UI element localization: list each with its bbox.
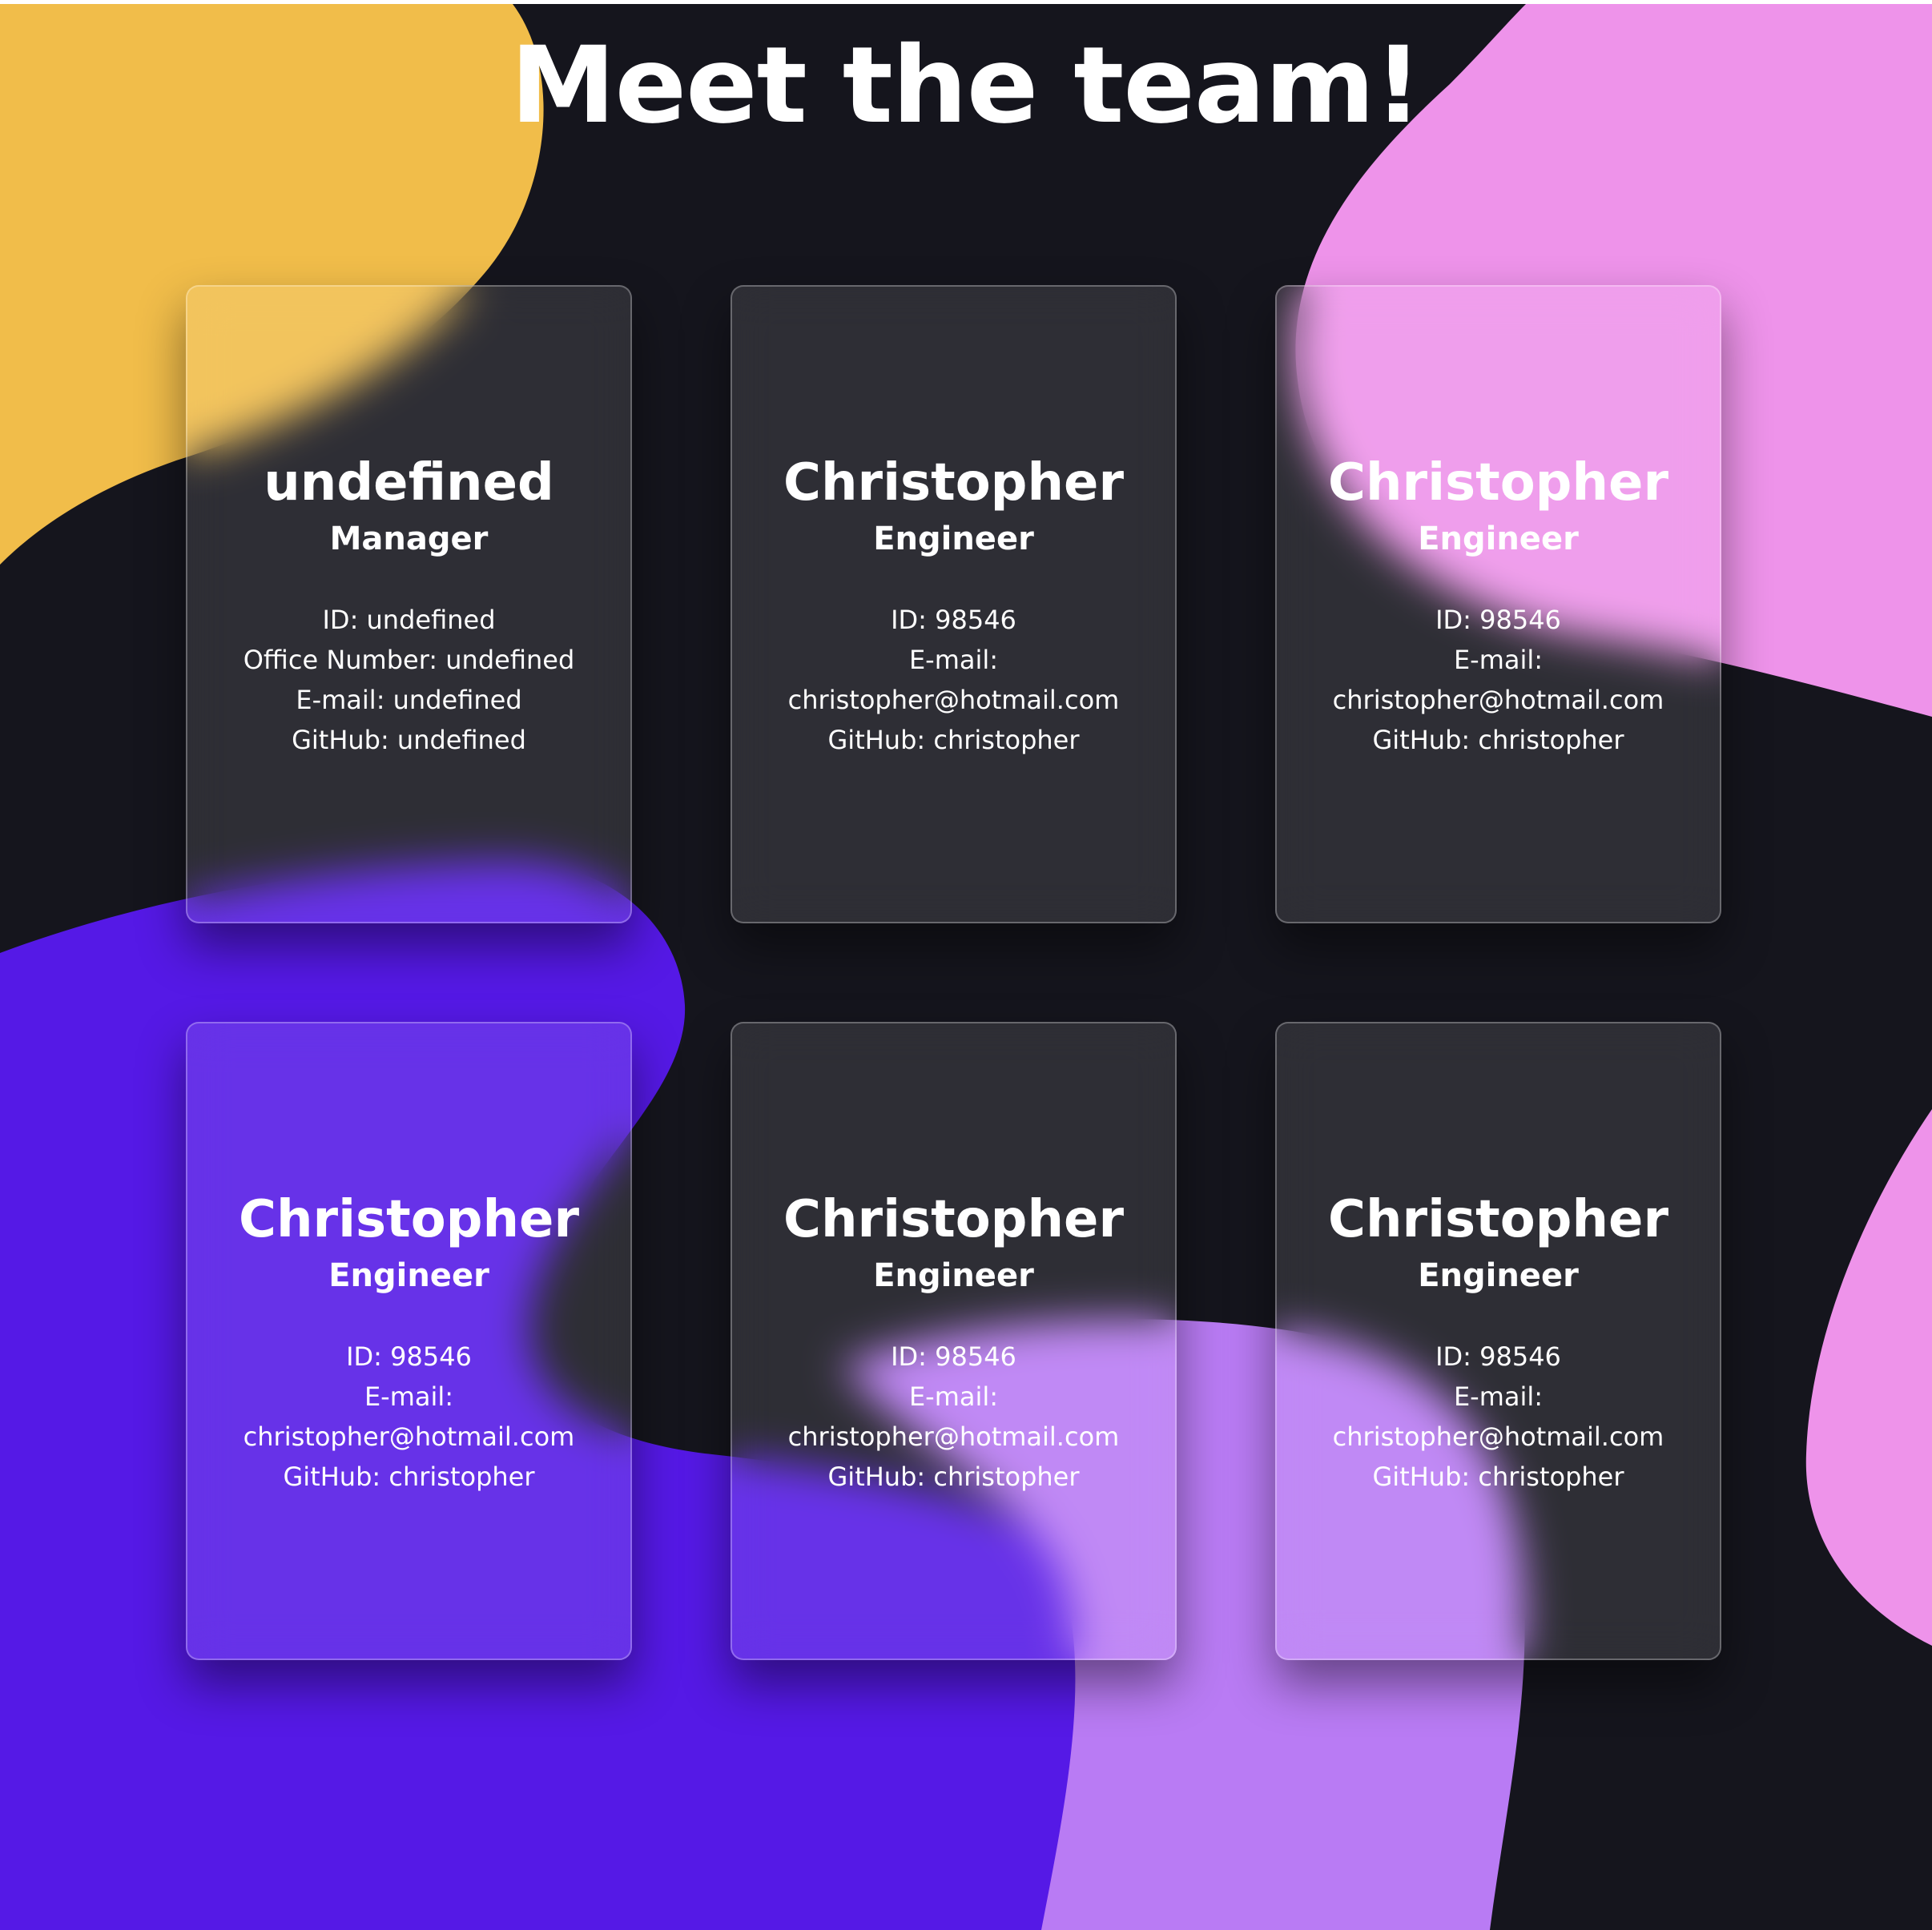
card-id: ID: 98546 <box>1435 1341 1561 1372</box>
pink-blob-lower <box>1805 1109 1932 1646</box>
team-card-engineer: Christopher Engineer ID: 98546 E-mail: c… <box>186 1022 632 1660</box>
team-card-engineer: Christopher Engineer ID: 98546 E-mail: c… <box>731 1022 1177 1660</box>
card-email-label: E-mail: <box>364 1381 454 1412</box>
card-github: GitHub: undefined <box>292 724 526 755</box>
team-card-engineer: Christopher Engineer ID: 98546 E-mail: c… <box>1275 285 1721 923</box>
card-github-link[interactable]: GitHub: christopher <box>1373 720 1624 760</box>
card-email: E-mail: undefined <box>296 684 522 715</box>
card-email-link[interactable]: christopher@hotmail.com <box>1333 1417 1664 1457</box>
card-id: ID: 98546 <box>891 604 1016 635</box>
card-office-number: Office Number: undefined <box>243 644 575 675</box>
page-title: Meet the team! <box>510 24 1422 147</box>
card-email-link[interactable]: christopher@hotmail.com <box>244 1417 575 1457</box>
card-id: ID: 98546 <box>1435 604 1561 635</box>
card-github-link[interactable]: GitHub: christopher <box>1373 1457 1624 1497</box>
card-id: ID: 98546 <box>891 1341 1016 1372</box>
card-github-link[interactable]: GitHub: christopher <box>828 720 1080 760</box>
card-email-link[interactable]: christopher@hotmail.com <box>788 1417 1120 1457</box>
card-name: Christopher <box>783 1189 1125 1249</box>
card-name: Christopher <box>1327 1189 1669 1249</box>
team-card-engineer: Christopher Engineer ID: 98546 E-mail: c… <box>1275 1022 1721 1660</box>
card-name: Christopher <box>783 452 1125 513</box>
card-role: Engineer <box>1418 520 1579 557</box>
card-name: undefined <box>264 452 554 513</box>
card-id: ID: undefined <box>322 604 496 635</box>
card-role: Engineer <box>328 1257 489 1294</box>
card-role: Engineer <box>873 520 1034 557</box>
card-role: Engineer <box>873 1257 1034 1294</box>
card-email-label: E-mail: <box>908 1381 999 1412</box>
card-name: Christopher <box>238 1189 580 1249</box>
card-id: ID: 98546 <box>346 1341 472 1372</box>
card-email-link[interactable]: christopher@hotmail.com <box>1333 680 1664 720</box>
card-github-link[interactable]: GitHub: christopher <box>828 1457 1080 1497</box>
card-email-label: E-mail: <box>1453 1381 1544 1412</box>
card-email-label: E-mail: <box>1453 644 1544 675</box>
card-email-label: E-mail: <box>908 644 999 675</box>
card-name: Christopher <box>1327 452 1669 513</box>
card-role: Engineer <box>1418 1257 1579 1294</box>
card-github-link[interactable]: GitHub: christopher <box>284 1457 535 1497</box>
team-card-engineer: Christopher Engineer ID: 98546 E-mail: c… <box>731 285 1177 923</box>
card-email-link[interactable]: christopher@hotmail.com <box>788 680 1120 720</box>
page-background: Meet the team! undefined Manager ID: und… <box>0 4 1932 1930</box>
team-card-manager: undefined Manager ID: undefined Office N… <box>186 285 632 923</box>
card-role: Manager <box>329 520 489 557</box>
